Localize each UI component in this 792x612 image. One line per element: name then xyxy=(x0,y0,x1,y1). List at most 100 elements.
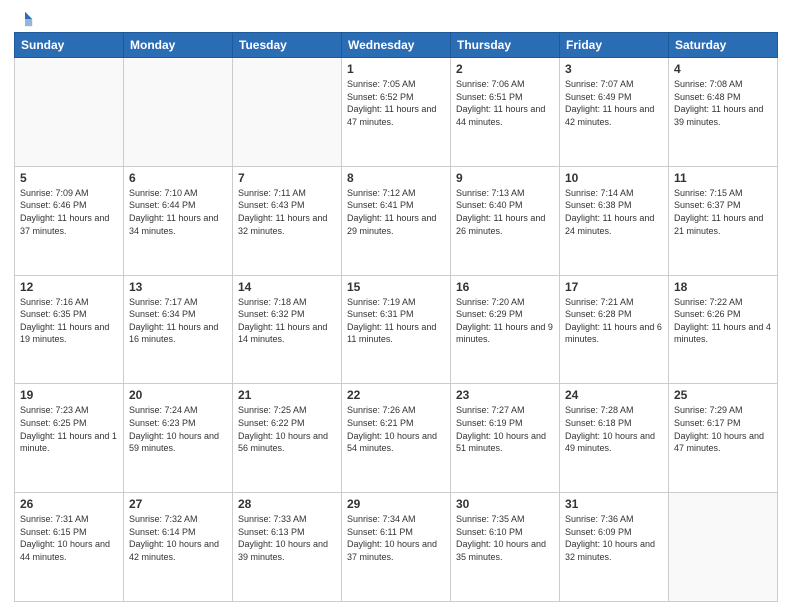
calendar-cell: 9Sunrise: 7:13 AM Sunset: 6:40 PM Daylig… xyxy=(451,166,560,275)
day-number: 13 xyxy=(129,280,227,294)
calendar-cell: 30 Sunrise: 7:35 AM Sunset: 6:10 PM Dayli… xyxy=(451,493,560,602)
page: SundayMondayTuesdayWednesdayThursdayFrid… xyxy=(0,0,792,612)
day-info: Sunrise: 7:15 AM Sunset: 6:37 PM Dayligh… xyxy=(674,187,772,237)
day-number: 22 xyxy=(347,388,445,402)
day-number: 26 xyxy=(20,497,118,511)
day-info: Sunrise: 7:08 AM Sunset: 6:48 PM Dayligh… xyxy=(674,78,772,128)
calendar-cell xyxy=(669,493,778,602)
calendar-cell: 25 Sunrise: 7:29 AM Sunset: 6:17 PM Dayli… xyxy=(669,384,778,493)
day-info: Sunrise: 7:32 AM Sunset: 6:14 PM Dayligh… xyxy=(129,513,227,563)
day-number: 10 xyxy=(565,171,663,185)
day-number: 12 xyxy=(20,280,118,294)
logo xyxy=(14,10,34,24)
calendar-week-2: 5 Sunrise: 7:09 AM Sunset: 6:46 PM Daylig… xyxy=(15,166,778,275)
day-info: Sunrise: 7:22 AM Sunset: 6:26 PM Dayligh… xyxy=(674,296,772,346)
day-number: 1 xyxy=(347,62,445,76)
day-number: 28 xyxy=(238,497,336,511)
day-info: Sunrise: 7:09 AM Sunset: 6:46 PM Dayligh… xyxy=(20,187,118,237)
calendar-header-friday: Friday xyxy=(560,33,669,58)
day-number: 16 xyxy=(456,280,554,294)
calendar-header-row: SundayMondayTuesdayWednesdayThursdayFrid… xyxy=(15,33,778,58)
calendar-cell: 8 Sunrise: 7:12 AM Sunset: 6:41 PM Daylig… xyxy=(342,166,451,275)
day-info: Sunrise: 7:18 AM Sunset: 6:32 PM Dayligh… xyxy=(238,296,336,346)
day-info: Sunrise: 7:31 AM Sunset: 6:15 PM Dayligh… xyxy=(20,513,118,563)
calendar-cell: 17Sunrise: 7:21 AM Sunset: 6:28 PM Dayli… xyxy=(560,275,669,384)
day-number: 3 xyxy=(565,62,663,76)
calendar-cell: 7 Sunrise: 7:11 AM Sunset: 6:43 PM Daylig… xyxy=(233,166,342,275)
day-info: Sunrise: 7:16 AM Sunset: 6:35 PM Dayligh… xyxy=(20,296,118,346)
calendar-cell xyxy=(124,58,233,167)
calendar-cell: 11Sunrise: 7:15 AM Sunset: 6:37 PM Dayli… xyxy=(669,166,778,275)
day-info: Sunrise: 7:13 AM Sunset: 6:40 PM Dayligh… xyxy=(456,187,554,237)
calendar-cell: 5 Sunrise: 7:09 AM Sunset: 6:46 PM Daylig… xyxy=(15,166,124,275)
day-number: 4 xyxy=(674,62,772,76)
calendar-header-sunday: Sunday xyxy=(15,33,124,58)
calendar-cell: 29 Sunrise: 7:34 AM Sunset: 6:11 PM Dayli… xyxy=(342,493,451,602)
day-number: 17 xyxy=(565,280,663,294)
calendar-cell: 27 Sunrise: 7:32 AM Sunset: 6:14 PM Dayli… xyxy=(124,493,233,602)
calendar-cell xyxy=(15,58,124,167)
calendar-week-4: 19 Sunrise: 7:23 AM Sunset: 6:25 PM Dayli… xyxy=(15,384,778,493)
day-number: 24 xyxy=(565,388,663,402)
calendar-header-saturday: Saturday xyxy=(669,33,778,58)
calendar-cell: 2Sunrise: 7:06 AM Sunset: 6:51 PM Daylig… xyxy=(451,58,560,167)
day-info: Sunrise: 7:11 AM Sunset: 6:43 PM Dayligh… xyxy=(238,187,336,237)
calendar-cell: 18 Sunrise: 7:22 AM Sunset: 6:26 PM Dayli… xyxy=(669,275,778,384)
day-info: Sunrise: 7:34 AM Sunset: 6:11 PM Dayligh… xyxy=(347,513,445,563)
day-number: 18 xyxy=(674,280,772,294)
day-number: 30 xyxy=(456,497,554,511)
day-number: 19 xyxy=(20,388,118,402)
calendar-cell: 1Sunrise: 7:05 AM Sunset: 6:52 PM Daylig… xyxy=(342,58,451,167)
calendar-header-monday: Monday xyxy=(124,33,233,58)
calendar-cell: 28 Sunrise: 7:33 AM Sunset: 6:13 PM Dayli… xyxy=(233,493,342,602)
calendar-cell: 13 Sunrise: 7:17 AM Sunset: 6:34 PM Dayli… xyxy=(124,275,233,384)
day-info: Sunrise: 7:07 AM Sunset: 6:49 PM Dayligh… xyxy=(565,78,663,128)
day-info: Sunrise: 7:10 AM Sunset: 6:44 PM Dayligh… xyxy=(129,187,227,237)
day-number: 21 xyxy=(238,388,336,402)
day-info: Sunrise: 7:17 AM Sunset: 6:34 PM Dayligh… xyxy=(129,296,227,346)
day-info: Sunrise: 7:29 AM Sunset: 6:17 PM Dayligh… xyxy=(674,404,772,454)
day-info: Sunrise: 7:25 AM Sunset: 6:22 PM Dayligh… xyxy=(238,404,336,454)
day-info: Sunrise: 7:35 AM Sunset: 6:10 PM Dayligh… xyxy=(456,513,554,563)
calendar-cell: 21 Sunrise: 7:25 AM Sunset: 6:22 PM Dayli… xyxy=(233,384,342,493)
day-info: Sunrise: 7:06 AM Sunset: 6:51 PM Dayligh… xyxy=(456,78,554,128)
calendar-header-wednesday: Wednesday xyxy=(342,33,451,58)
day-info: Sunrise: 7:20 AM Sunset: 6:29 PM Dayligh… xyxy=(456,296,554,346)
calendar-cell: 23Sunrise: 7:27 AM Sunset: 6:19 PM Dayli… xyxy=(451,384,560,493)
day-info: Sunrise: 7:26 AM Sunset: 6:21 PM Dayligh… xyxy=(347,404,445,454)
day-number: 5 xyxy=(20,171,118,185)
day-number: 27 xyxy=(129,497,227,511)
calendar-cell: 15 Sunrise: 7:19 AM Sunset: 6:31 PM Dayli… xyxy=(342,275,451,384)
calendar-cell: 12 Sunrise: 7:16 AM Sunset: 6:35 PM Dayli… xyxy=(15,275,124,384)
day-number: 7 xyxy=(238,171,336,185)
calendar-week-1: 1Sunrise: 7:05 AM Sunset: 6:52 PM Daylig… xyxy=(15,58,778,167)
day-info: Sunrise: 7:23 AM Sunset: 6:25 PM Dayligh… xyxy=(20,404,118,454)
logo-icon xyxy=(16,10,34,28)
day-number: 29 xyxy=(347,497,445,511)
day-info: Sunrise: 7:28 AM Sunset: 6:18 PM Dayligh… xyxy=(565,404,663,454)
day-number: 20 xyxy=(129,388,227,402)
calendar-week-3: 12 Sunrise: 7:16 AM Sunset: 6:35 PM Dayli… xyxy=(15,275,778,384)
day-info: Sunrise: 7:24 AM Sunset: 6:23 PM Dayligh… xyxy=(129,404,227,454)
calendar-cell: 10Sunrise: 7:14 AM Sunset: 6:38 PM Dayli… xyxy=(560,166,669,275)
calendar-cell: 16 Sunrise: 7:20 AM Sunset: 6:29 PM Dayli… xyxy=(451,275,560,384)
calendar-cell: 20 Sunrise: 7:24 AM Sunset: 6:23 PM Dayli… xyxy=(124,384,233,493)
day-number: 25 xyxy=(674,388,772,402)
day-number: 14 xyxy=(238,280,336,294)
calendar-cell: 3 Sunrise: 7:07 AM Sunset: 6:49 PM Daylig… xyxy=(560,58,669,167)
day-number: 8 xyxy=(347,171,445,185)
calendar-cell: 26 Sunrise: 7:31 AM Sunset: 6:15 PM Dayli… xyxy=(15,493,124,602)
calendar-table: SundayMondayTuesdayWednesdayThursdayFrid… xyxy=(14,32,778,602)
day-info: Sunrise: 7:12 AM Sunset: 6:41 PM Dayligh… xyxy=(347,187,445,237)
calendar-week-5: 26 Sunrise: 7:31 AM Sunset: 6:15 PM Dayli… xyxy=(15,493,778,602)
calendar-cell: 4 Sunrise: 7:08 AM Sunset: 6:48 PM Daylig… xyxy=(669,58,778,167)
day-info: Sunrise: 7:19 AM Sunset: 6:31 PM Dayligh… xyxy=(347,296,445,346)
header xyxy=(14,10,778,24)
calendar-cell: 22 Sunrise: 7:26 AM Sunset: 6:21 PM Dayli… xyxy=(342,384,451,493)
day-number: 15 xyxy=(347,280,445,294)
calendar-cell: 24 Sunrise: 7:28 AM Sunset: 6:18 PM Dayli… xyxy=(560,384,669,493)
day-info: Sunrise: 7:27 AM Sunset: 6:19 PM Dayligh… xyxy=(456,404,554,454)
day-info: Sunrise: 7:36 AM Sunset: 6:09 PM Dayligh… xyxy=(565,513,663,563)
calendar-cell: 14 Sunrise: 7:18 AM Sunset: 6:32 PM Dayli… xyxy=(233,275,342,384)
day-info: Sunrise: 7:33 AM Sunset: 6:13 PM Dayligh… xyxy=(238,513,336,563)
